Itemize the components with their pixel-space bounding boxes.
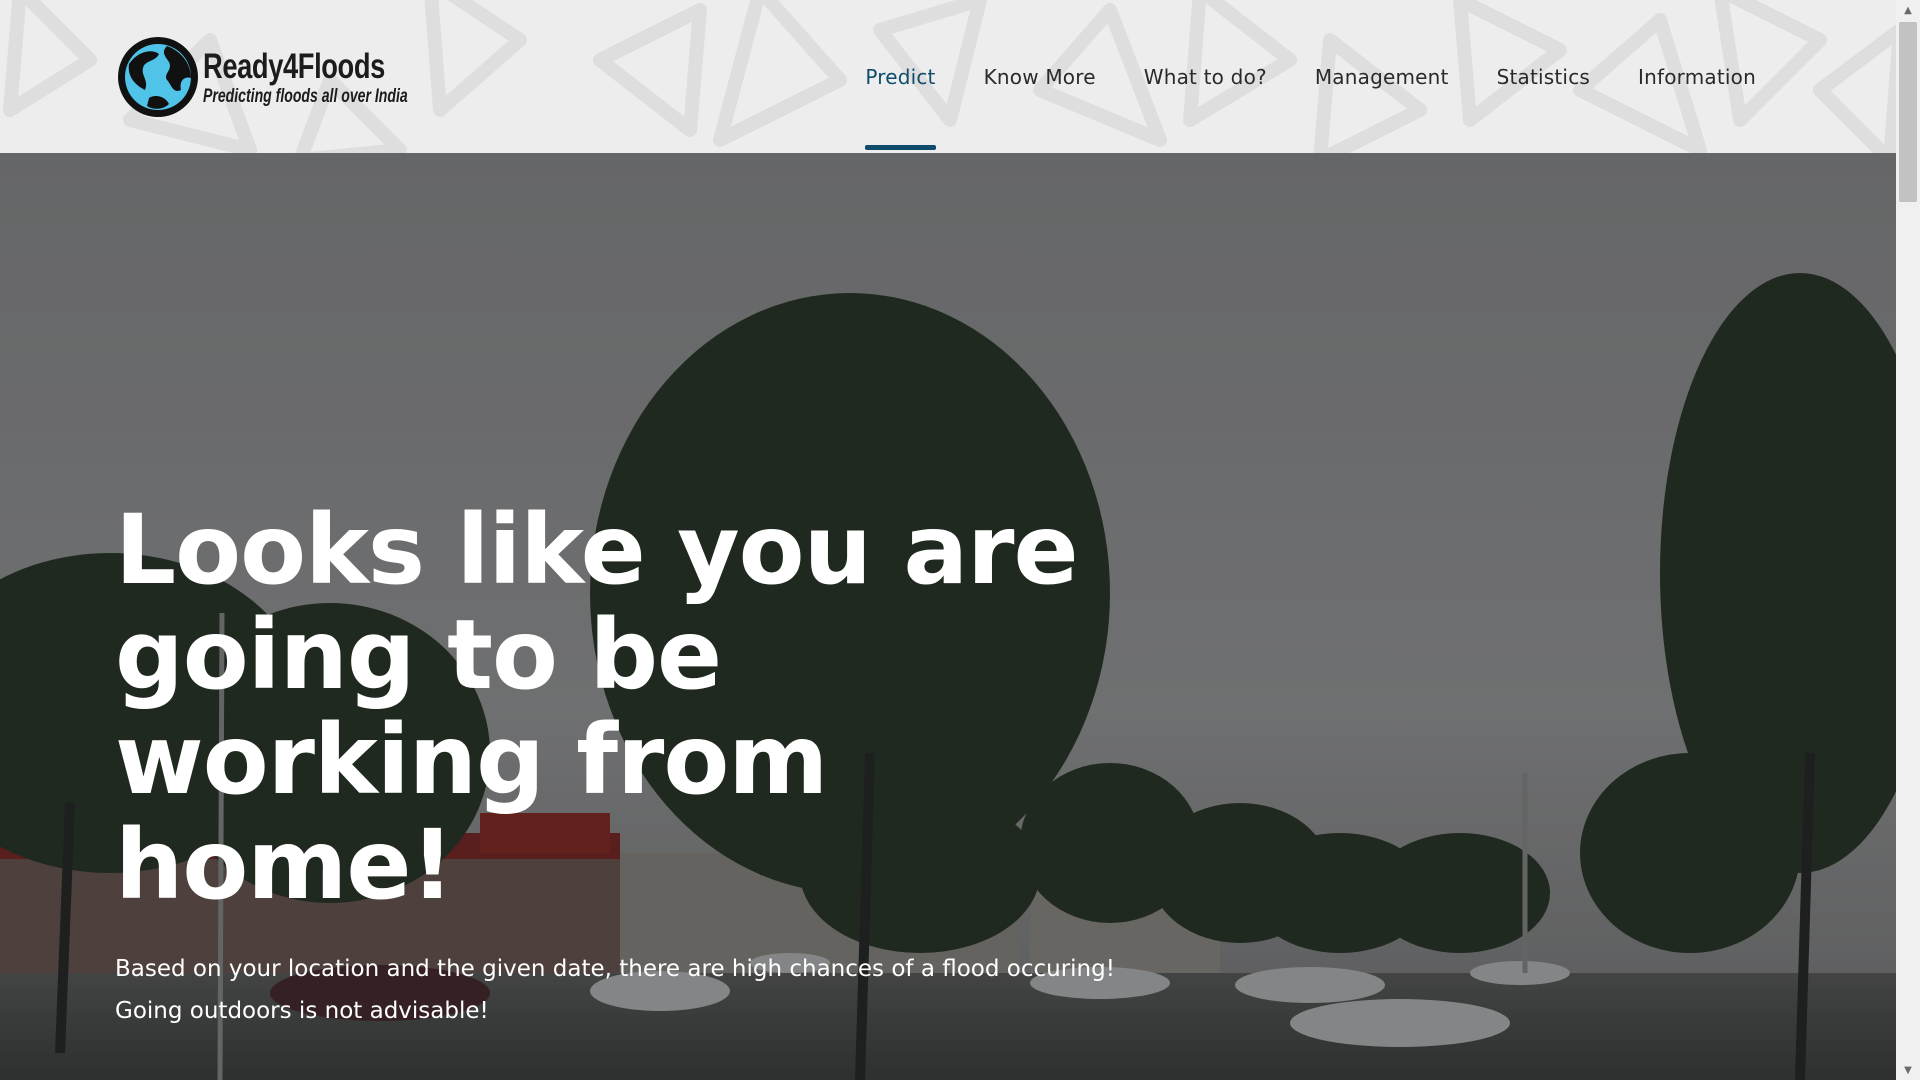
- hero-subtitle-line-1: Based on your location and the given dat…: [115, 956, 1115, 982]
- nav-item-information[interactable]: Information: [1638, 0, 1756, 153]
- scroll-down-arrow-icon[interactable]: ▼: [1896, 1060, 1920, 1080]
- hero-title: Looks like you are going to be working f…: [115, 494, 1079, 921]
- main-nav: Predict Know More What to do? Management…: [865, 0, 1756, 153]
- nav-item-know-more[interactable]: Know More: [984, 0, 1096, 153]
- nav-item-management[interactable]: Management: [1315, 0, 1449, 153]
- brand-tagline: Predicting floods all over India: [203, 85, 408, 107]
- hero-content: Looks like you are going to be working f…: [115, 498, 1215, 1032]
- page-scrollbar[interactable]: ▲ ▼: [1896, 0, 1920, 1080]
- scroll-up-arrow-icon[interactable]: ▲: [1896, 0, 1920, 20]
- brand-name: Ready4Floods: [203, 46, 385, 86]
- nav-item-what-to-do[interactable]: What to do?: [1144, 0, 1267, 153]
- scroll-thumb[interactable]: [1899, 22, 1917, 202]
- site-logo[interactable]: Ready4Floods Predicting floods all over …: [115, 33, 408, 121]
- hero-subtitle: Based on your location and the given dat…: [115, 948, 1215, 1032]
- nav-item-statistics[interactable]: Statistics: [1497, 0, 1590, 153]
- hero-subtitle-line-2: Going outdoors is not advisable!: [115, 998, 489, 1024]
- site-header: Ready4Floods Predicting floods all over …: [0, 0, 1896, 153]
- hero-section: Looks like you are going to be working f…: [0, 153, 1896, 1080]
- globe-icon: [118, 37, 198, 117]
- nav-item-predict[interactable]: Predict: [865, 0, 936, 153]
